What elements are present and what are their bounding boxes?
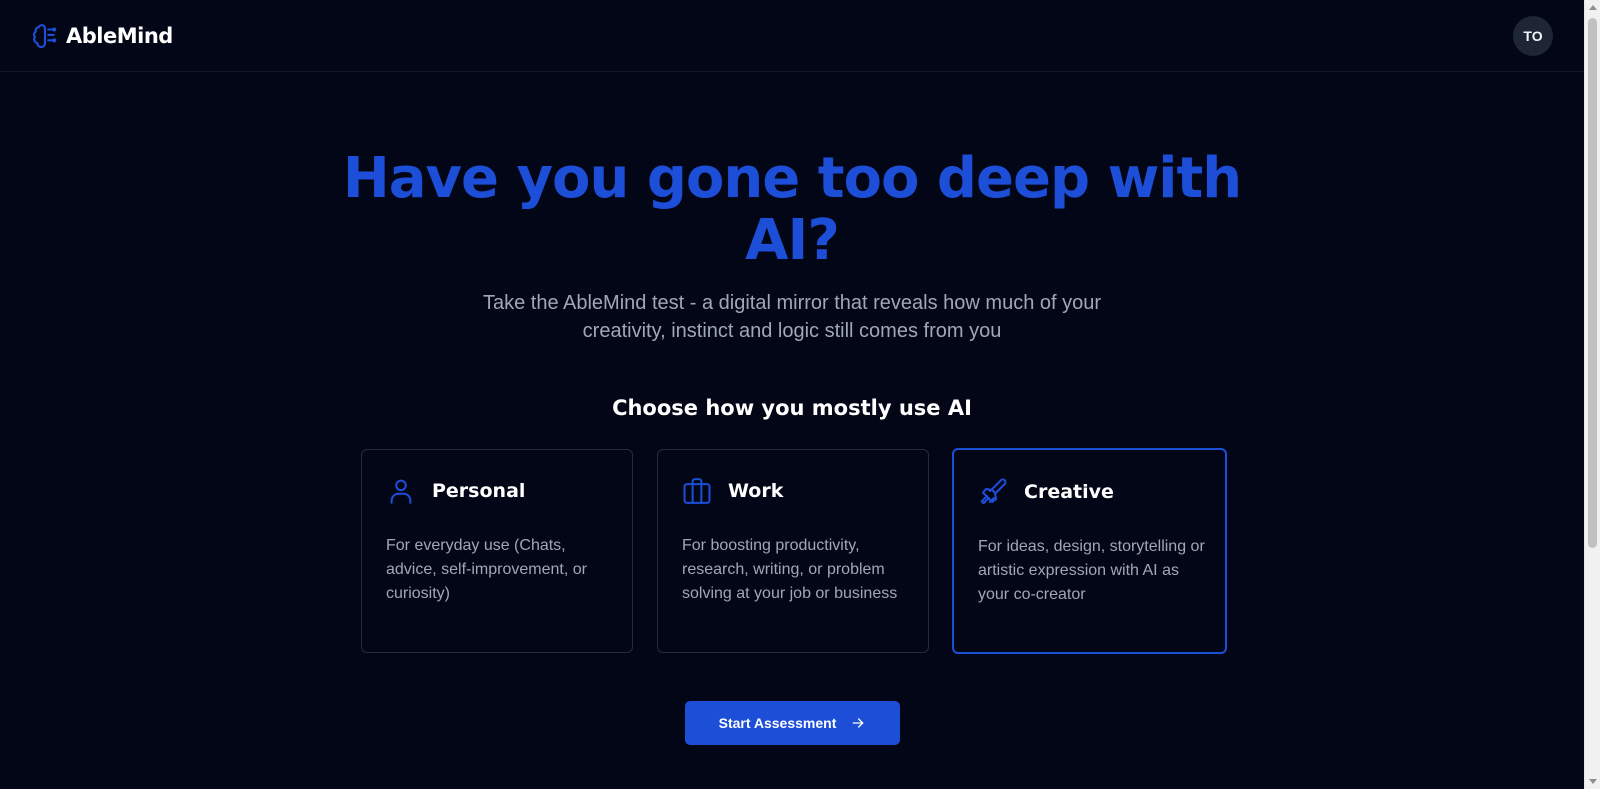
- user-avatar-button[interactable]: TO: [1513, 16, 1553, 56]
- logo-link[interactable]: AbleMind: [32, 22, 173, 50]
- card-title-work: Work: [728, 480, 784, 502]
- usage-option-creative[interactable]: Creative For ideas, design, storytelling…: [952, 448, 1227, 654]
- briefcase-icon: [683, 478, 711, 504]
- brain-icon: [32, 24, 57, 49]
- card-description-work: For boosting productivity, research, wri…: [682, 537, 898, 602]
- user-icon: [390, 479, 412, 504]
- card-header: Personal: [386, 476, 525, 506]
- card-title-creative: Creative: [1024, 481, 1114, 503]
- usage-option-personal[interactable]: Personal For everyday use (Chats, advice…: [361, 449, 633, 653]
- card-title-personal: Personal: [432, 480, 526, 502]
- card-description-personal: For everyday use (Chats, advice, self-im…: [386, 537, 587, 602]
- scroll-up-arrow-icon[interactable]: [1589, 5, 1597, 10]
- start-assessment-label: Start Assessment: [718, 715, 837, 731]
- scroll-thumb[interactable]: [1588, 18, 1597, 548]
- hero-subtitle: Take the AbleMind test - a digital mirro…: [482, 292, 1102, 342]
- arrow-right-icon: [853, 718, 864, 728]
- page: AbleMind TO Have you gone too deep with …: [0, 0, 1600, 789]
- logo-text: AbleMind: [66, 24, 173, 48]
- scroll-down-arrow-icon[interactable]: [1589, 779, 1597, 784]
- page-scrollbar[interactable]: [1584, 0, 1600, 789]
- top-nav: AbleMind TO: [0, 0, 1584, 72]
- usage-heading: Choose how you mostly use AI: [612, 396, 972, 420]
- paintbrush-icon: [980, 478, 1007, 505]
- start-assessment-button[interactable]: Start Assessment: [685, 701, 900, 745]
- usage-option-work[interactable]: Work For boosting productivity, research…: [657, 449, 929, 653]
- hero-title: Have you gone too deep with AI?: [342, 146, 1242, 273]
- card-description-creative: For ideas, design, storytelling or artis…: [978, 538, 1205, 603]
- card-header: Work: [682, 476, 783, 506]
- card-header: Creative: [978, 477, 1114, 507]
